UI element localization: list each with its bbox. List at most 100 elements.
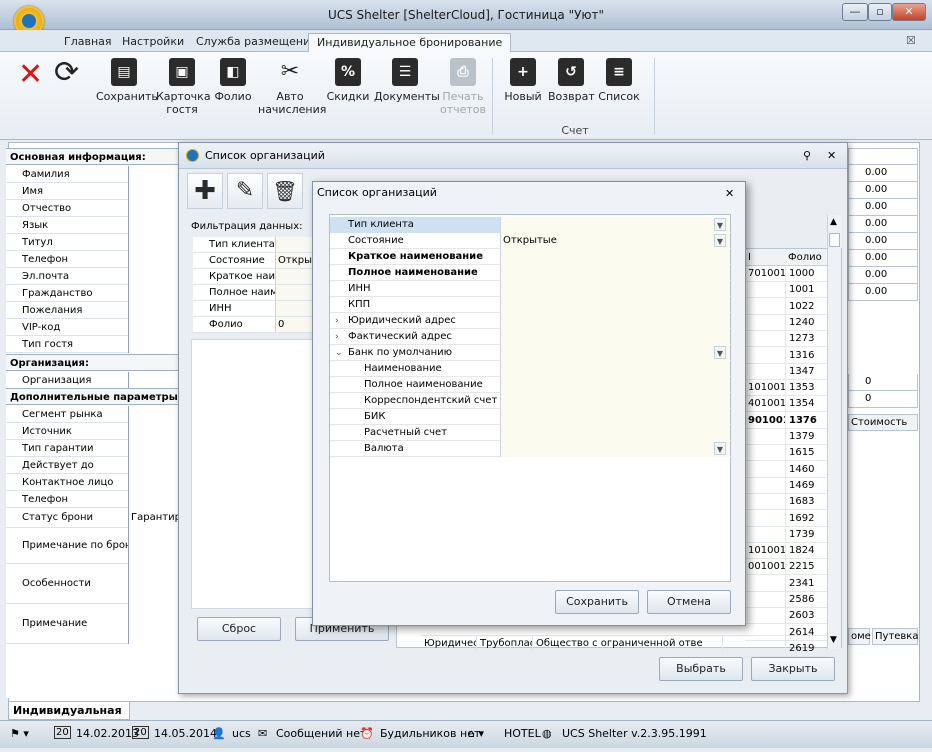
features-input[interactable] [128,564,178,604]
table-row[interactable]: 701001 1000 [745,265,827,282]
field-guest-type[interactable]: Тип гостя [6,336,178,353]
prop-full-name[interactable]: Полное наименование [330,265,732,281]
filter-inn[interactable]: ИНН [193,301,313,317]
delete-icon[interactable]: 🗑 [267,173,303,209]
calendar-from-icon[interactable]: 20 [54,726,71,739]
pin-icon[interactable]: ⚲ [803,149,811,162]
calendar-to-icon[interactable]: 20 [132,726,149,739]
prop-bik[interactable]: БИК [330,409,732,425]
filter-short-name-value[interactable] [275,269,313,284]
maximize-button[interactable]: ▫ [868,3,892,21]
field-guarantee-type[interactable]: Тип гарантии [6,440,178,457]
field-phone[interactable]: Телефон [6,251,178,268]
table-row[interactable]: 401001 1354 [745,395,827,413]
select-button[interactable]: Выбрать [659,657,743,681]
prop-settlement-account[interactable]: Расчетный счет [330,425,732,441]
prop-actual-address-value[interactable] [500,329,730,345]
table-row[interactable]: 1683 [745,493,827,511]
prop-bik-value[interactable] [500,409,730,425]
table-row[interactable]: 2586 [745,591,827,608]
new-invoice-button[interactable]: + Новый [502,58,544,103]
prop-settlement-account-value[interactable] [500,425,730,441]
prop-client-type-value[interactable]: ▼ [500,217,730,233]
prop-state[interactable]: Состояние Открытые ▼ [330,233,732,249]
last-name-input[interactable] [128,166,178,183]
title-input[interactable] [128,234,178,251]
reset-button[interactable]: Сброс [197,617,281,641]
tab-settings[interactable]: Настройки [114,33,192,52]
table-row[interactable]: 1379 [745,428,827,445]
prop-currency[interactable]: Валюта ▼ [330,441,732,457]
citizenship-input[interactable] [128,285,178,302]
prop-legal-address-value[interactable] [500,313,730,329]
ribbon-pin-icon[interactable]: ☒ [906,34,916,47]
filter-short-name[interactable]: Краткое наиме [193,269,313,285]
filter-folio[interactable]: Фолио 0 [193,317,313,333]
field-patronymic[interactable]: Отчество [6,200,178,217]
auto-charges-button[interactable]: ✂ Авто начисления [258,58,326,116]
field-market-segment[interactable]: Сегмент рынка [6,406,178,423]
field-first-name[interactable]: Имя [6,183,178,200]
table-row[interactable]: 101001 1824 [745,542,827,560]
vip-code-input[interactable] [128,319,178,336]
prop-bank-full-name[interactable]: Полное наименование [330,377,732,393]
prop-currency-value[interactable]: ▼ [500,441,730,457]
save-button[interactable]: ▤ Сохранить [96,58,158,103]
field-booking-status[interactable]: Статус брони Гарантиро [6,508,187,528]
date-to[interactable]: 14.05.2014 [154,727,217,740]
close-booking-icon[interactable]: ✕ [18,60,43,90]
messages-status[interactable]: Сообщений нет [276,727,366,740]
guarantee-type-input[interactable] [128,440,178,457]
flag-icon[interactable]: ⚑ ▾ [10,727,29,740]
table-row[interactable]: 1460 [745,460,827,478]
table-row[interactable]: 1347 [745,362,827,380]
prop-kpp-value[interactable] [500,297,730,313]
organization-input[interactable] [128,372,178,389]
folio-button[interactable]: ◧ Фолио [212,58,254,103]
prop-bank-name-value[interactable] [500,361,730,377]
booking-status-input[interactable]: Гарантиро [128,508,187,528]
prop-legal-address[interactable]: › Юридический адрес [330,313,732,329]
field-email[interactable]: Эл.почта [6,268,178,285]
booking-note-input[interactable] [128,528,178,564]
prop-short-name-value[interactable] [500,249,730,265]
guest-type-input[interactable] [128,336,178,353]
prop-inn-value[interactable] [500,281,730,297]
table-row[interactable]: 101001 1353 [745,379,827,397]
chevron-down-icon[interactable]: ▼ [714,218,726,231]
prop-client-type[interactable]: Тип клиента ▼ [330,217,732,233]
filter-full-name-value[interactable] [275,285,313,300]
scroll-thumb[interactable] [829,233,840,247]
field-vip-code[interactable]: VIP-код [6,319,178,336]
prop-default-bank-value[interactable]: ▼ [500,345,730,361]
prop-actual-address[interactable]: › Фактический адрес [330,329,732,345]
close-dialog-icon[interactable]: ✕ [827,149,836,162]
first-name-input[interactable] [128,183,178,200]
home-icon[interactable]: ⌂ ▾ [468,727,484,740]
cancel-button[interactable]: Отмена [647,590,731,614]
field-contact-person[interactable]: Контактное лицо [6,474,178,491]
table-row[interactable]: 1273 [745,330,827,348]
alarms-status[interactable]: Будильников нет [380,727,480,740]
filter-client-type[interactable]: Тип клиента [193,237,313,253]
prop-inn[interactable]: ИНН [330,281,732,297]
field-features[interactable]: Особенности [6,564,178,604]
field-organization[interactable]: Организация [6,372,178,389]
filter-state[interactable]: СостояниеОткрыты [193,253,313,269]
prop-state-value[interactable]: Открытые ▼ [500,233,730,249]
market-segment-input[interactable] [128,406,178,423]
prop-corr-account-value[interactable] [500,393,730,409]
scroll-up-icon[interactable]: ▲ [830,217,837,227]
source-input[interactable] [128,423,178,440]
chevron-down-icon[interactable]: ▼ [714,346,726,359]
wishes-input[interactable] [128,302,178,319]
field-booking-note[interactable]: Примечание по брони [6,528,178,564]
field-title[interactable]: Титул [6,234,178,251]
prop-corr-account[interactable]: Корреспондентский счет [330,393,732,409]
discounts-button[interactable]: % Скидки [326,58,370,103]
chevron-down-icon[interactable]: ▼ [714,442,726,455]
field-language[interactable]: Язык [6,217,178,234]
filter-client-type-value[interactable] [275,237,313,252]
close-window-button[interactable]: ✕ [892,3,926,21]
field-source[interactable]: Источник [6,423,178,440]
